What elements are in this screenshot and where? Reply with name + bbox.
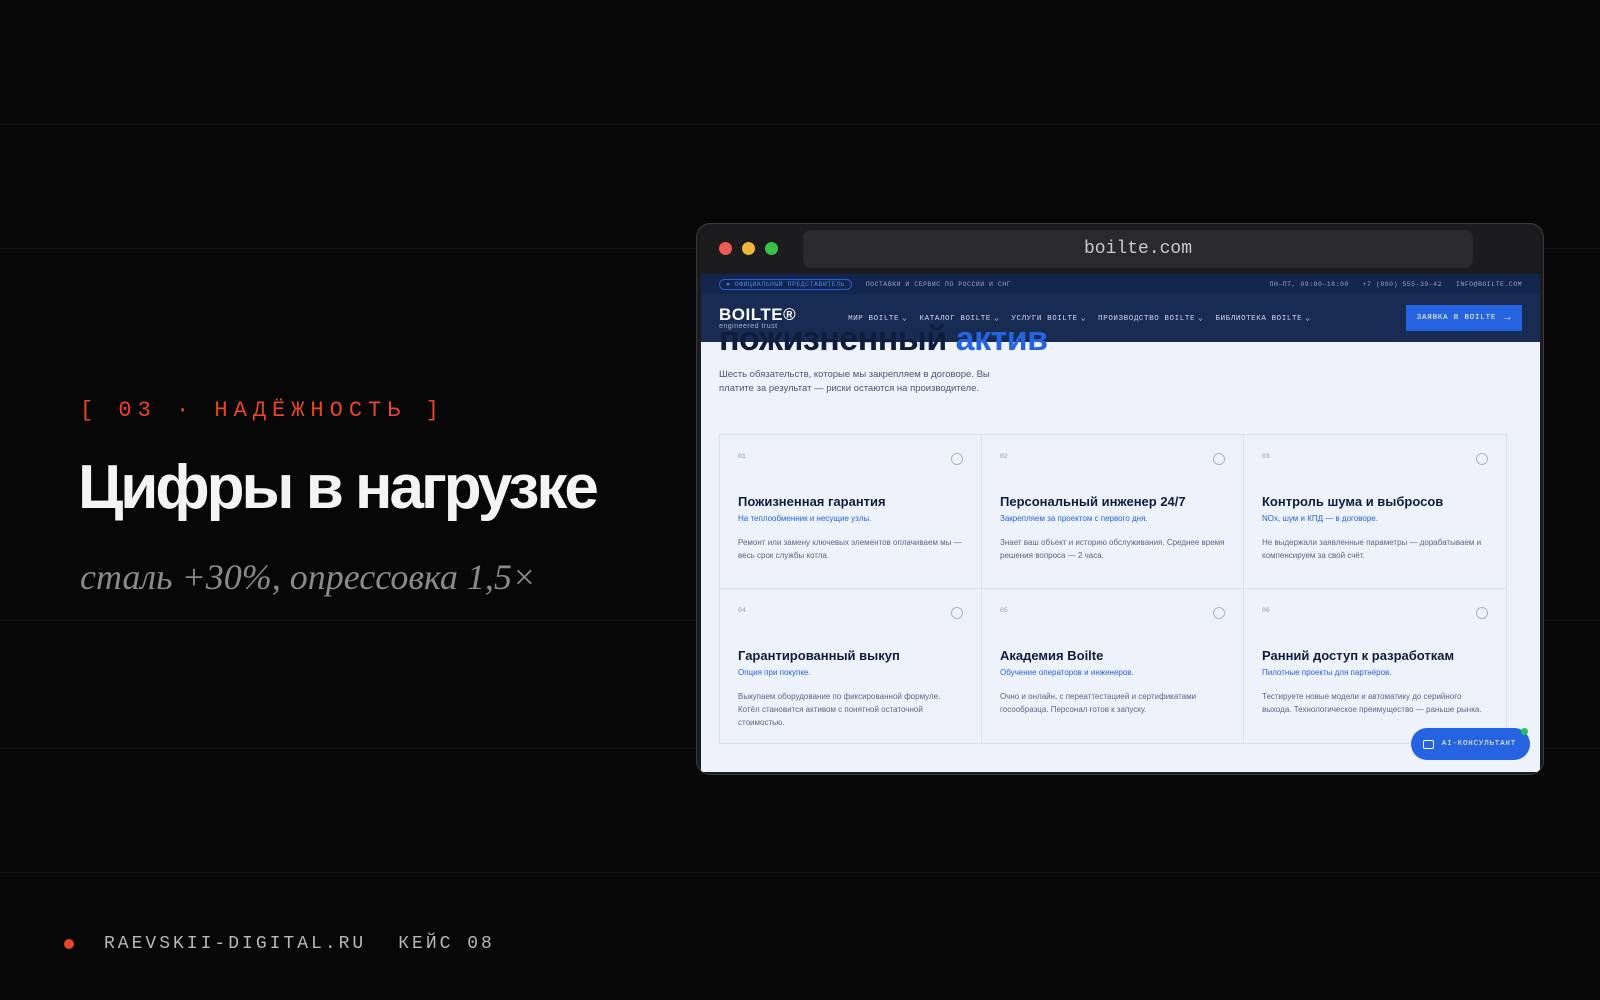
commitment-card[interactable]: 06 Ранний доступ к разработкам Пилотные … xyxy=(1244,589,1506,743)
request-button-label: ЗАЯВКА В BOILTE xyxy=(1416,314,1497,322)
nav-label: БИБЛИОТЕКА BOILTE xyxy=(1215,315,1303,323)
card-body: Очно и онлайн, с переаттестацией и серти… xyxy=(1000,692,1197,714)
arrow-right-icon: → xyxy=(1504,312,1511,324)
circle-icon xyxy=(951,453,963,465)
card-body: Выкупаем оборудование по фиксированной ф… xyxy=(738,692,941,727)
ai-consultant-button[interactable]: AI-КОНСУЛЬТАНТ xyxy=(1410,728,1530,760)
commitment-card[interactable]: 03 Контроль шума и выбросов NOx, шум и К… xyxy=(1244,435,1506,589)
divider xyxy=(0,124,1600,125)
circle-icon xyxy=(951,607,963,619)
browser-window: boilte.com ● ОФИЦИАЛЬНЫЙ ПРЕДСТАВИТЕЛЬ П… xyxy=(696,223,1544,775)
slide-headline: Цифры в нагрузке xyxy=(78,453,599,522)
nav-item-library[interactable]: БИБЛИОТЕКА BOILTE ⌄ xyxy=(1215,313,1310,323)
commitment-card[interactable]: 02 Персональный инженер 24/7 Закрепляем … xyxy=(982,435,1244,589)
topbar-phone[interactable]: +7 (800) 555-39-42 xyxy=(1363,281,1442,288)
section-description: Шесть обязательств, которые мы закрепляе… xyxy=(719,369,990,394)
slide-footer: RAEVSKII-DIGITAL.RU КЕЙС 08 xyxy=(64,934,527,954)
request-button[interactable]: ЗАЯВКА В BOILTE → xyxy=(1405,305,1522,331)
card-number: 06 xyxy=(1262,607,1270,614)
topbar-hours: ПН–ПТ, 09:00–18:00 xyxy=(1269,280,1349,288)
chevron-down-icon: ⌄ xyxy=(1080,314,1087,323)
card-title: Академия Boilte xyxy=(1000,648,1104,663)
card-subtitle: Закрепляем за проектом с первого дня. xyxy=(1000,514,1148,523)
card-number: 04 xyxy=(738,607,746,614)
card-title: Контроль шума и выбросов xyxy=(1262,494,1444,509)
section-title-accent: актив xyxy=(955,320,1048,358)
slide-subline: сталь +30%, опрессовка 1,5× xyxy=(80,557,537,597)
card-title: Гарантированный выкуп xyxy=(738,648,900,663)
circle-icon xyxy=(1476,453,1488,465)
card-number: 05 xyxy=(1000,607,1008,614)
commitment-card[interactable]: 04 Гарантированный выкуп Опция при покуп… xyxy=(720,589,982,743)
site-topbar: ● ОФИЦИАЛЬНЫЙ ПРЕДСТАВИТЕЛЬ ПОСТАВКИ И С… xyxy=(701,274,1540,294)
chat-icon xyxy=(1422,739,1434,749)
card-subtitle: Пилотные проекты для партнёров. xyxy=(1262,668,1392,677)
footer-case: КЕЙС 08 xyxy=(398,934,495,954)
section-eyebrow: [ 03 · НАДЁЖНОСТЬ ] xyxy=(80,398,445,423)
page-viewport: ● ОФИЦИАЛЬНЫЙ ПРЕДСТАВИТЕЛЬ ПОСТАВКИ И С… xyxy=(701,274,1540,772)
commitment-card[interactable]: 01 Пожизненная гарантия На теплообменник… xyxy=(720,435,982,589)
card-body: Не выдержали заявленные параметры — дора… xyxy=(1262,538,1482,560)
card-subtitle: Опция при покупке. xyxy=(738,668,811,677)
topbar-tagline: ПОСТАВКИ И СЕРВИС ПО РОССИИ И СНГ xyxy=(865,280,1012,288)
commitments-section: пожизненный актив Шесть обязательств, ко… xyxy=(701,320,1540,772)
online-status-icon xyxy=(1521,728,1528,735)
maximize-window-icon[interactable] xyxy=(765,241,778,255)
circle-icon xyxy=(1213,607,1225,619)
card-title: Персональный инженер 24/7 xyxy=(1000,494,1186,509)
ai-consultant-label: AI-КОНСУЛЬТАНТ xyxy=(1441,740,1516,748)
divider xyxy=(0,872,1600,873)
section-title-main: пожизненный xyxy=(719,320,947,358)
card-body: Тестируете новые модели и автоматику до … xyxy=(1262,692,1482,714)
chevron-down-icon: ⌄ xyxy=(1305,314,1311,323)
official-badge: ● ОФИЦИАЛЬНЫЙ ПРЕДСТАВИТЕЛЬ xyxy=(719,278,852,290)
commitments-grid: 01 Пожизненная гарантия На теплообменник… xyxy=(719,434,1507,744)
nav-label: ПРОИЗВОДСТВО BOILTE xyxy=(1098,315,1196,323)
section-title: пожизненный актив xyxy=(719,320,1048,359)
card-title: Пожизненная гарантия xyxy=(738,494,886,509)
accent-dot-icon xyxy=(64,939,74,949)
card-subtitle: NOx, шум и КПД — в договоре. xyxy=(1262,514,1378,523)
circle-icon xyxy=(1476,607,1488,619)
card-title: Ранний доступ к разработкам xyxy=(1262,648,1455,663)
address-bar[interactable]: boilte.com xyxy=(803,230,1473,268)
card-number: 02 xyxy=(1000,453,1008,460)
card-subtitle: На теплообменник и несущие узлы. xyxy=(738,514,872,523)
close-window-icon[interactable] xyxy=(719,241,732,255)
minimize-window-icon[interactable] xyxy=(742,241,755,255)
card-subtitle: Обучение операторов и инженеров. xyxy=(1000,668,1134,677)
card-number: 03 xyxy=(1262,453,1270,460)
footer-site: RAEVSKII-DIGITAL.RU xyxy=(104,934,367,954)
card-body: Знает ваш объект и историю обслуживания.… xyxy=(1000,538,1225,560)
card-body: Ремонт или замену ключевых элементов опл… xyxy=(738,538,962,560)
commitment-card[interactable]: 05 Академия Boilte Обучение операторов и… xyxy=(982,589,1244,743)
nav-item-production[interactable]: ПРОИЗВОДСТВО BOILTE ⌄ xyxy=(1098,313,1203,323)
topbar-email[interactable]: INFO@BOILTE.COM xyxy=(1456,281,1522,288)
circle-icon xyxy=(1213,453,1225,465)
chevron-down-icon: ⌄ xyxy=(1198,314,1204,323)
browser-chrome: boilte.com xyxy=(697,224,1543,272)
card-number: 01 xyxy=(738,453,746,460)
